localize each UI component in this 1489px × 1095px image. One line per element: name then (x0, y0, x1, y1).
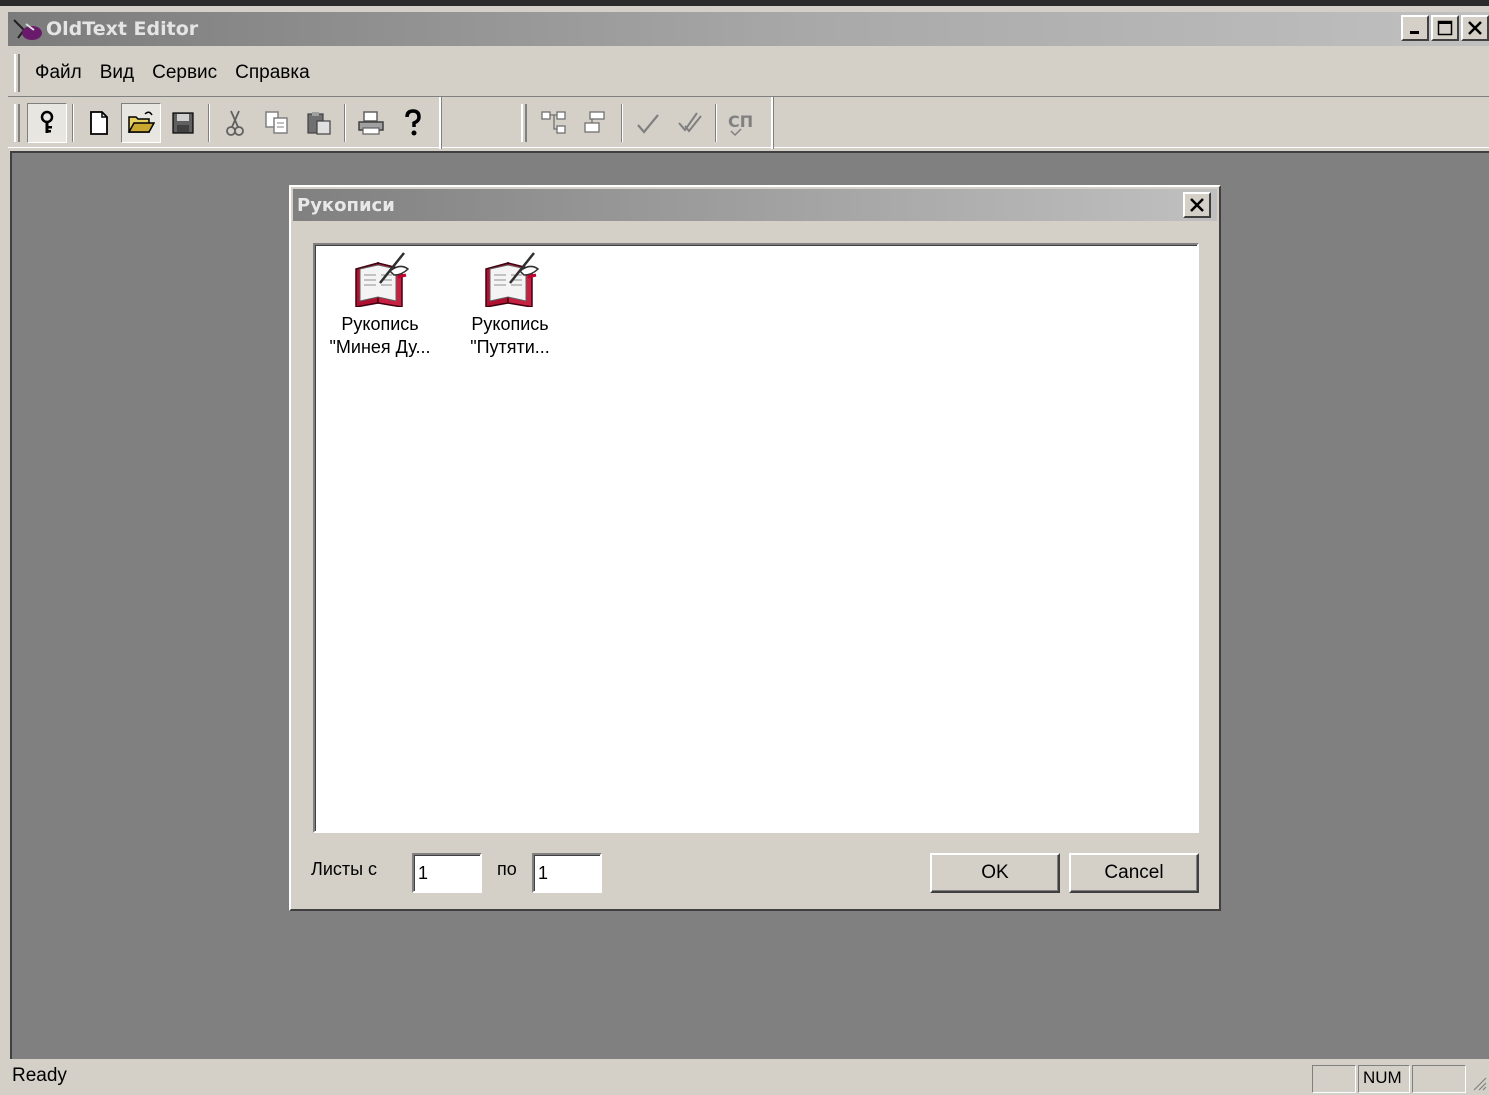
key-icon (40, 110, 54, 133)
close-icon (1190, 198, 1204, 212)
cut-icon (226, 110, 244, 136)
list-item-label: Рукопись "Путяти... (470, 314, 550, 357)
help-icon (405, 109, 421, 136)
key-button[interactable] (27, 103, 67, 143)
menu-help[interactable]: Справка (226, 62, 319, 84)
status-pane-scroll (1412, 1065, 1466, 1093)
manuscript-icon (355, 252, 410, 307)
menu-service[interactable]: Сервис (143, 62, 226, 84)
close-button[interactable] (1461, 15, 1489, 41)
toolbar: СП (8, 96, 1489, 149)
resize-grip-icon[interactable] (1471, 1075, 1487, 1091)
toolbar-group-main (8, 97, 441, 149)
sheets-to-field[interactable] (532, 853, 602, 893)
save-icon (172, 112, 194, 134)
window-controls (1401, 15, 1489, 41)
cp-button[interactable]: СП (722, 103, 762, 143)
tree-expand-button[interactable] (534, 103, 574, 143)
list-item[interactable]: Рукопись "Путяти... (447, 249, 573, 359)
menu-bar: Файл Вид Сервис Справка (8, 50, 1489, 96)
status-pane-caps (1312, 1065, 1356, 1093)
list-item[interactable]: Рукопись "Минея Ду... (317, 249, 443, 359)
title-bar: OldText Editor (8, 12, 1489, 46)
sheets-from-field[interactable] (412, 853, 482, 893)
menu-file[interactable]: Файл (26, 62, 91, 84)
save-button[interactable] (163, 103, 203, 143)
toolbar-separator (208, 104, 210, 142)
toolbar-grip[interactable] (521, 104, 527, 142)
status-pane-num: NUM (1358, 1065, 1410, 1093)
close-icon (1468, 21, 1482, 35)
manuscripts-list[interactable]: Рукопись "Минея Ду... Рукопись "Путяти..… (313, 243, 1199, 833)
toolbar-separator (715, 104, 717, 142)
tree-expand-icon (541, 111, 566, 134)
print-button[interactable] (351, 103, 391, 143)
toolbar-group-tools: СП (515, 97, 773, 149)
menu-view[interactable]: Вид (91, 62, 143, 84)
copy-icon (265, 111, 288, 134)
toolbar-separator (621, 104, 623, 142)
check-icon (637, 114, 659, 134)
sheets-to-label: по (497, 859, 517, 879)
dialog-title-bar: Рукописи (293, 189, 1217, 221)
copy-button[interactable] (257, 103, 297, 143)
paste-icon (307, 112, 331, 135)
double-check-icon (678, 112, 702, 133)
minimize-icon (1410, 31, 1419, 34)
cp-icon: СП (728, 112, 753, 137)
minimize-button[interactable] (1401, 15, 1429, 41)
paste-button[interactable] (299, 103, 339, 143)
dialog-close-button[interactable] (1183, 192, 1211, 218)
menu-grip[interactable] (14, 54, 20, 92)
cancel-button[interactable]: Cancel (1069, 853, 1199, 893)
new-file-icon (90, 111, 108, 135)
open-folder-icon (127, 111, 155, 133)
manuscripts-dialog: Рукописи Рукопись "Минея Ду... Рукопись … (289, 185, 1221, 911)
list-item-label: Рукопись "Минея Ду... (329, 314, 431, 357)
maximize-icon (1437, 20, 1453, 36)
toolbar-separator (344, 104, 346, 142)
check-button[interactable] (628, 103, 668, 143)
print-icon (358, 111, 384, 135)
toolbar-separator (72, 104, 74, 142)
dialog-title: Рукописи (297, 194, 395, 216)
open-button[interactable] (121, 103, 161, 143)
status-bar: Ready NUM (0, 1059, 1489, 1095)
tree-collapse-button[interactable] (576, 103, 616, 143)
cut-button[interactable] (215, 103, 255, 143)
manuscript-icon (485, 252, 540, 307)
status-text: Ready (12, 1065, 67, 1086)
toolbar-grip[interactable] (14, 104, 20, 142)
sheets-from-label: Листы с (311, 859, 378, 879)
maximize-button[interactable] (1431, 15, 1459, 41)
help-button[interactable] (393, 103, 433, 143)
app-icon (12, 16, 44, 42)
tree-collapse-icon (584, 111, 605, 133)
svg-text:СП: СП (728, 112, 753, 131)
ok-button[interactable]: OK (930, 853, 1060, 893)
new-button[interactable] (79, 103, 119, 143)
app-title: OldText Editor (46, 18, 199, 40)
double-check-button[interactable] (670, 103, 710, 143)
